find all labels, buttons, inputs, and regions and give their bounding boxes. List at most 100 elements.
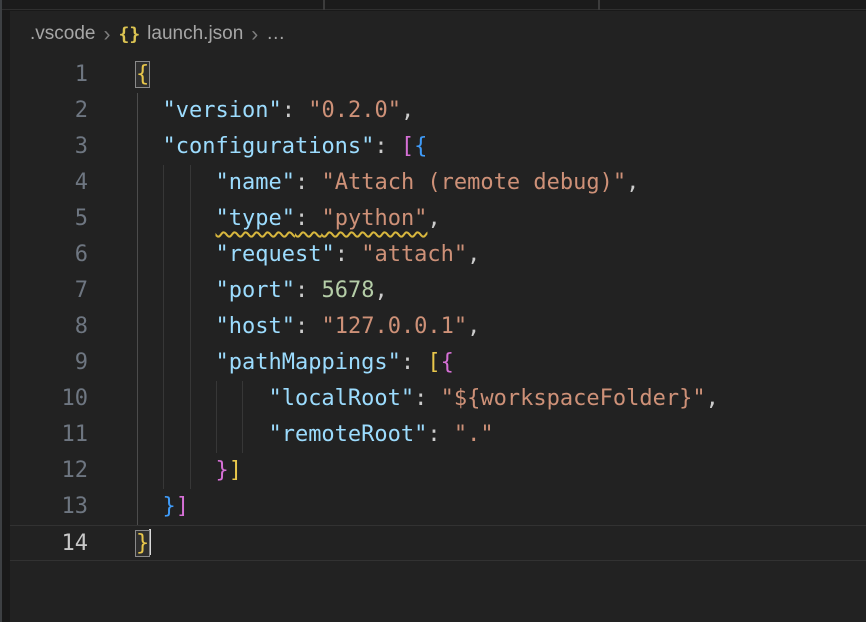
indent-guide (216, 381, 217, 453)
code-line-text: "pathMappings": [{ (136, 350, 454, 375)
indent-guide (137, 93, 138, 525)
code-token (136, 206, 215, 231)
code-line[interactable]: 10 "localRoot": "${workspaceFolder}", (10, 381, 866, 417)
code-line-text: "port": 5678, (136, 278, 388, 303)
code-line-text: { (136, 62, 149, 87)
line-number[interactable]: 9 (10, 345, 88, 381)
code-token: "0.2.0" (308, 98, 401, 123)
code-line-text: }] (136, 494, 189, 519)
code-token (136, 422, 268, 447)
code-token: { (414, 134, 427, 159)
code-token: "127.0.0.1" (321, 314, 467, 339)
code-line[interactable]: 11 "remoteRoot": "." (10, 417, 866, 453)
text-cursor (149, 529, 151, 555)
code-token: ] (229, 458, 242, 483)
code-token (136, 134, 163, 159)
line-number[interactable]: 8 (10, 309, 88, 345)
json-file-icon: {} (118, 24, 140, 45)
code-token: : (401, 350, 428, 375)
code-line[interactable]: 4 "name": "Attach (remote debug)", (10, 165, 866, 201)
code-line[interactable]: 8 "host": "127.0.0.1", (10, 309, 866, 345)
code-line[interactable]: 9 "pathMappings": [{ (10, 345, 866, 381)
code-token: : (295, 170, 322, 195)
tab-bar (2, 0, 866, 10)
code-line[interactable]: 14} (10, 525, 866, 561)
code-token: "pathMappings" (215, 350, 400, 375)
code-token: "python" (321, 206, 427, 231)
code-token: } (215, 458, 228, 483)
code-token: "." (454, 422, 494, 447)
code-line-text: }] (136, 458, 242, 483)
indent-guide (190, 165, 191, 489)
code-token (136, 278, 215, 303)
code-line-text: "configurations": [{ (136, 134, 427, 159)
code-line-text: "version": "0.2.0", (136, 98, 414, 123)
code-line[interactable]: 13 }] (10, 489, 866, 525)
code-line[interactable]: 5 "type": "python", (10, 201, 866, 237)
code-line[interactable]: 7 "port": 5678, (10, 273, 866, 309)
code-line[interactable]: 3 "configurations": [{ (10, 129, 866, 165)
code-token: : (295, 278, 322, 303)
line-number[interactable]: 2 (10, 93, 88, 129)
line-number[interactable]: 13 (10, 489, 88, 525)
code-token: } (136, 531, 149, 556)
line-number[interactable]: 4 (10, 165, 88, 201)
code-token: : (427, 422, 454, 447)
indent-guide (242, 381, 243, 453)
tab-divider (598, 0, 600, 10)
code-area[interactable]: 1{2 "version": "0.2.0",3 "configurations… (10, 57, 866, 561)
code-line-text: } (136, 531, 151, 556)
breadcrumb-folder[interactable]: .vscode (30, 23, 95, 45)
code-token: : (282, 98, 309, 123)
code-token: "port" (215, 278, 294, 303)
chevron-right-icon: › (251, 24, 258, 45)
code-token (136, 242, 215, 267)
code-token (136, 458, 215, 483)
code-line-text: "localRoot": "${workspaceFolder}", (136, 386, 719, 411)
code-token: "configurations" (163, 134, 375, 159)
line-number[interactable]: 6 (10, 237, 88, 273)
code-token: } (163, 494, 176, 519)
breadcrumb-symbol-overflow[interactable]: … (266, 23, 286, 45)
code-token: : (374, 134, 401, 159)
code-token: 5678 (321, 278, 374, 303)
code-token: : (295, 314, 322, 339)
code-token: "${workspaceFolder}" (441, 386, 706, 411)
code-token: [ (427, 350, 440, 375)
code-token: { (136, 62, 149, 87)
code-token: "type" (215, 206, 294, 231)
line-number[interactable]: 10 (10, 381, 88, 417)
code-token: "remoteRoot" (268, 422, 427, 447)
code-token: , (706, 386, 719, 411)
line-number[interactable]: 11 (10, 417, 88, 453)
line-number[interactable]: 12 (10, 453, 88, 489)
code-token: "version" (163, 98, 282, 123)
code-token: { (441, 350, 454, 375)
breadcrumb: .vscode › {} launch.json › … (10, 11, 866, 57)
window-left-edge (0, 0, 2, 622)
code-token: , (467, 242, 480, 267)
code-token (136, 98, 163, 123)
code-line[interactable]: 2 "version": "0.2.0", (10, 93, 866, 129)
code-line[interactable]: 1{ (10, 57, 866, 93)
chevron-right-icon: › (103, 24, 110, 45)
line-number[interactable]: 7 (10, 273, 88, 309)
editor-pane: .vscode › {} launch.json › … 1{2 "versio… (10, 11, 866, 622)
code-token: , (427, 206, 440, 231)
line-number[interactable]: 14 (10, 526, 88, 562)
code-line[interactable]: 12 }] (10, 453, 866, 489)
code-token: , (374, 278, 387, 303)
code-token: : (295, 206, 322, 231)
code-token (136, 386, 268, 411)
code-token: : (335, 242, 362, 267)
line-number[interactable]: 3 (10, 129, 88, 165)
code-token: [ (401, 134, 414, 159)
line-number[interactable]: 5 (10, 201, 88, 237)
code-token (136, 314, 215, 339)
line-number[interactable]: 1 (10, 57, 88, 93)
code-token: "attach" (361, 242, 467, 267)
code-line[interactable]: 6 "request": "attach", (10, 237, 866, 273)
code-token: , (401, 98, 414, 123)
code-token: "localRoot" (268, 386, 414, 411)
breadcrumb-file[interactable]: launch.json (147, 23, 243, 45)
